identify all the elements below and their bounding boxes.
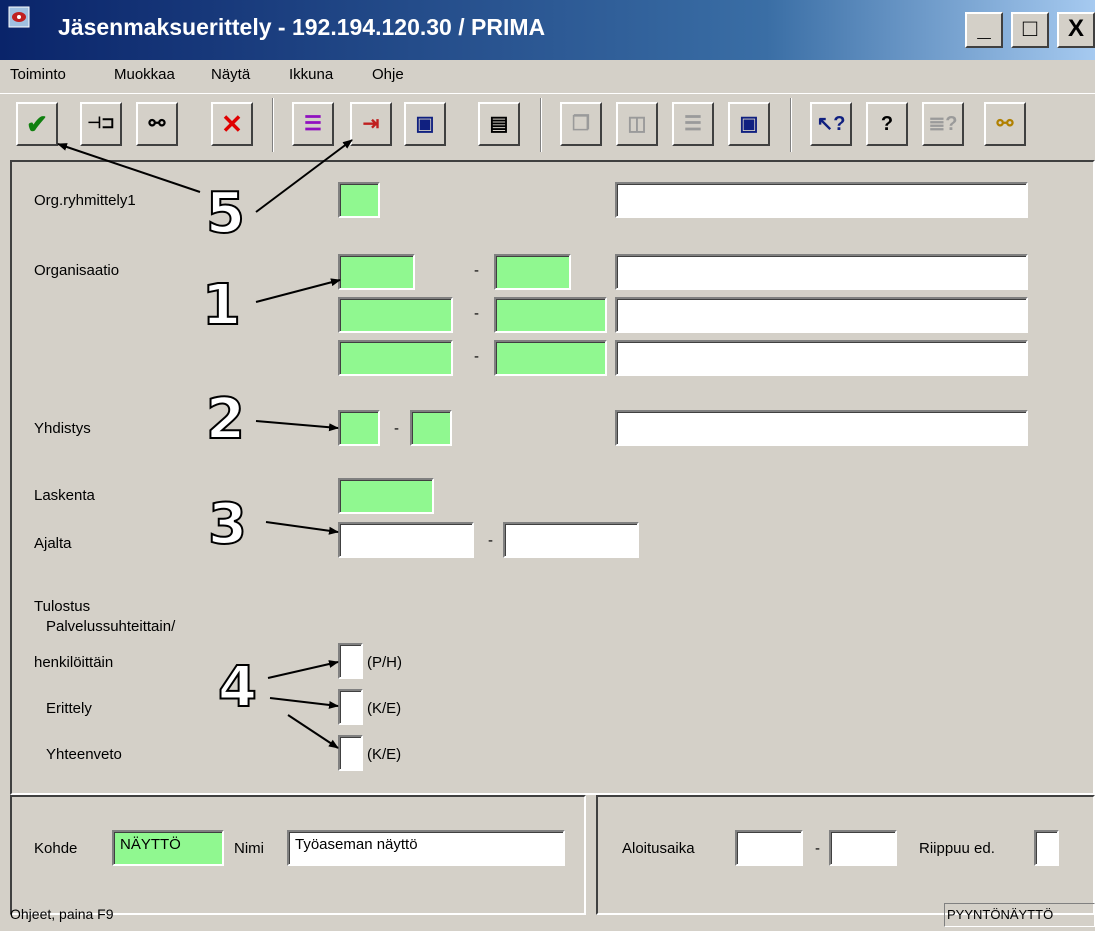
aloitusaika-to-field[interactable] (829, 830, 897, 866)
arrow-1 (255, 278, 341, 303)
aloitusaika-label: Aloitusaika (622, 840, 695, 857)
arrow-5-import (255, 139, 353, 213)
riippuu-field[interactable] (1034, 830, 1059, 866)
annotation-arrows (57, 139, 353, 749)
riippuu-label: Riippuu ed. (919, 840, 995, 857)
nimi-label: Nimi (234, 840, 264, 857)
arrow-4-yhteenveto (287, 714, 339, 749)
status-help-text: Ohjeet, paina F9 (10, 906, 114, 922)
arrow-3 (265, 521, 339, 535)
range-dash: - (815, 840, 820, 857)
kohde-field[interactable]: NÄYTTÖ (112, 830, 224, 866)
arrow-4-erittely (269, 697, 339, 709)
kohde-label: Kohde (34, 840, 78, 857)
nimi-field[interactable]: Työaseman näyttö (287, 830, 565, 866)
arrow-4-palvelus (267, 660, 339, 679)
arrow-2 (255, 420, 339, 432)
arrow-5-accept (57, 143, 201, 193)
aloitusaika-from-field[interactable] (735, 830, 803, 866)
status-mode-text: PYYNTÖNÄYTTÖ (944, 903, 1095, 927)
